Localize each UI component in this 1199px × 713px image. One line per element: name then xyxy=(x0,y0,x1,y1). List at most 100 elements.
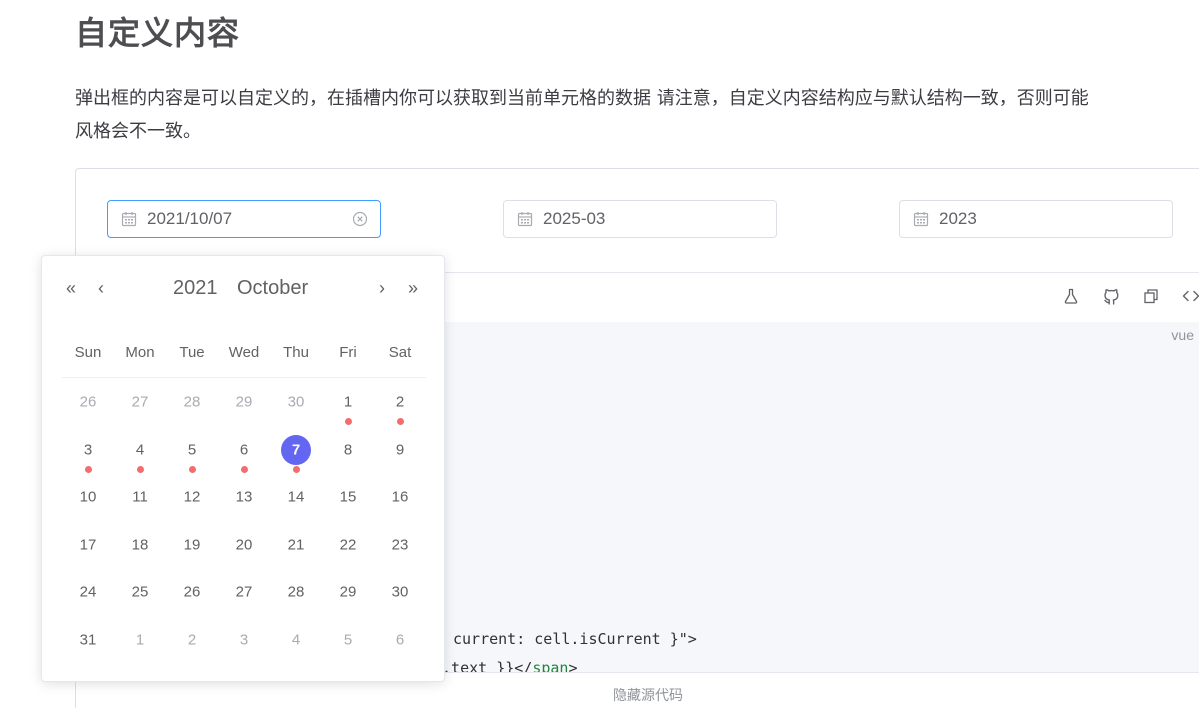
description-line-2: 风格会不一致。 xyxy=(75,121,201,142)
calendar-day[interactable]: 11 xyxy=(114,473,166,521)
next-month-button[interactable]: › xyxy=(379,278,385,298)
date-picker-input[interactable]: 2021/10/07 xyxy=(107,200,381,238)
calendar-day[interactable]: 16 xyxy=(374,473,426,521)
calendar-icon xyxy=(913,211,929,227)
calendar-day[interactable]: 30 xyxy=(270,378,322,426)
calendar-day[interactable]: 23 xyxy=(374,521,426,569)
calendar-day[interactable]: 5 xyxy=(322,616,374,664)
calendar-day[interactable]: 21 xyxy=(270,521,322,569)
calendar-day[interactable]: 2 xyxy=(374,378,426,426)
github-icon[interactable] xyxy=(1102,287,1120,305)
calendar-day[interactable]: 2 xyxy=(166,616,218,664)
day-number: 27 xyxy=(131,393,149,411)
day-number: 16 xyxy=(391,488,409,506)
copy-icon[interactable] xyxy=(1142,287,1160,305)
calendar-day[interactable]: 13 xyxy=(218,473,270,521)
calendar-day[interactable]: 31 xyxy=(62,616,114,664)
calendar-day[interactable]: 27 xyxy=(218,568,270,616)
calendar-day[interactable]: 1 xyxy=(322,378,374,426)
calendar-day[interactable]: 29 xyxy=(322,568,374,616)
calendar-icon xyxy=(121,211,137,227)
header-year[interactable]: 2021 xyxy=(173,277,218,300)
calendar-day[interactable]: 10 xyxy=(62,473,114,521)
day-number: 12 xyxy=(183,488,201,506)
calendar-day[interactable]: 4 xyxy=(270,616,322,664)
day-number: 1 xyxy=(343,393,353,411)
calendar-day[interactable]: 22 xyxy=(322,521,374,569)
next-year-button[interactable]: » xyxy=(408,278,418,298)
calendar-day[interactable]: 18 xyxy=(114,521,166,569)
day-number: 3 xyxy=(239,631,249,649)
day-number: 28 xyxy=(183,393,201,411)
calendar-day[interactable]: 25 xyxy=(114,568,166,616)
header-month[interactable]: October xyxy=(237,277,308,300)
day-number: 5 xyxy=(343,631,353,649)
day-number: 7 xyxy=(291,441,301,459)
calendar-day[interactable]: 1 xyxy=(114,616,166,664)
day-number: 31 xyxy=(79,631,97,649)
calendar-grid: 26 27 28 29 30 1 2 3 4 5 6 7 8 9 10 11 12 13 14 15 16 17 18 19 2… xyxy=(62,378,426,664)
calendar-day[interactable]: 27 xyxy=(114,378,166,426)
description-line-1: 弹出框的内容是可以自定义的，在插槽内你可以获取到当前单元格的数据 请注意，自定义… xyxy=(75,88,1089,109)
weekday-header: Sun Mon Tue Wed Thu Fri Sat xyxy=(62,344,426,361)
flask-icon[interactable] xyxy=(1062,287,1080,305)
code-icon[interactable] xyxy=(1182,287,1199,305)
page-title: 自定义内容 xyxy=(75,14,241,52)
calendar-icon xyxy=(517,211,533,227)
calendar-week-row: 31 1 2 3 4 5 6 xyxy=(62,616,426,664)
day-number: 2 xyxy=(187,631,197,649)
year-picker-input[interactable]: 2023 xyxy=(899,200,1173,238)
weekday-label: Sat xyxy=(388,344,412,361)
day-number: 26 xyxy=(183,583,201,601)
calendar-day[interactable]: 9 xyxy=(374,426,426,474)
calendar-day[interactable]: 14 xyxy=(270,473,322,521)
day-number: 19 xyxy=(183,536,201,554)
calendar-day[interactable]: 17 xyxy=(62,521,114,569)
calendar-day[interactable]: 8 xyxy=(322,426,374,474)
calendar-day[interactable]: 28 xyxy=(166,378,218,426)
calendar-day[interactable]: 19 xyxy=(166,521,218,569)
calendar-day[interactable]: 3 xyxy=(62,426,114,474)
event-dot xyxy=(188,465,196,473)
calendar-day[interactable]: 6 xyxy=(374,616,426,664)
day-number: 10 xyxy=(79,488,97,506)
calendar-day[interactable]: 6 xyxy=(218,426,270,474)
month-value: 2025-03 xyxy=(543,209,606,228)
weekday-label: Sun xyxy=(74,344,102,361)
day-number: 21 xyxy=(287,536,305,554)
prev-year-button[interactable]: « xyxy=(66,278,76,298)
day-number: 30 xyxy=(287,393,305,411)
calendar-day-selected[interactable]: 7 xyxy=(270,426,322,474)
hide-source-label: 隐藏源代码 xyxy=(613,687,683,703)
calendar-day[interactable]: 12 xyxy=(166,473,218,521)
event-dot xyxy=(344,418,352,425)
calendar-day[interactable]: 30 xyxy=(374,568,426,616)
day-number: 29 xyxy=(235,393,253,411)
calendar-day[interactable]: 5 xyxy=(166,426,218,474)
day-number: 5 xyxy=(187,441,197,459)
day-number: 14 xyxy=(287,488,305,506)
calendar-day[interactable]: 15 xyxy=(322,473,374,521)
calendar-day[interactable]: 26 xyxy=(62,378,114,426)
day-number: 4 xyxy=(291,631,301,649)
calendar-day[interactable]: 24 xyxy=(62,568,114,616)
weekday-label: Mon xyxy=(125,344,155,361)
day-number: 18 xyxy=(131,536,149,554)
month-picker-input[interactable]: 2025-03 xyxy=(503,200,777,238)
calendar-day[interactable]: 28 xyxy=(270,568,322,616)
date-value: 2021/10/07 xyxy=(147,209,233,228)
calendar-day[interactable]: 3 xyxy=(218,616,270,664)
calendar-day[interactable]: 20 xyxy=(218,521,270,569)
prev-month-button[interactable]: ‹ xyxy=(98,278,104,298)
day-number: 1 xyxy=(135,631,145,649)
calendar-day[interactable]: 4 xyxy=(114,426,166,474)
clear-icon[interactable] xyxy=(352,211,368,227)
weekday-label: Thu xyxy=(283,344,309,361)
day-number: 24 xyxy=(79,583,97,601)
weekday-label: Wed xyxy=(228,344,260,361)
day-number: 23 xyxy=(391,536,409,554)
code-line: current: cell.isCurrent }"> xyxy=(453,630,697,648)
calendar-day[interactable]: 29 xyxy=(218,378,270,426)
calendar-week-row: 24 25 26 27 28 29 30 xyxy=(62,568,426,616)
calendar-day[interactable]: 26 xyxy=(166,568,218,616)
